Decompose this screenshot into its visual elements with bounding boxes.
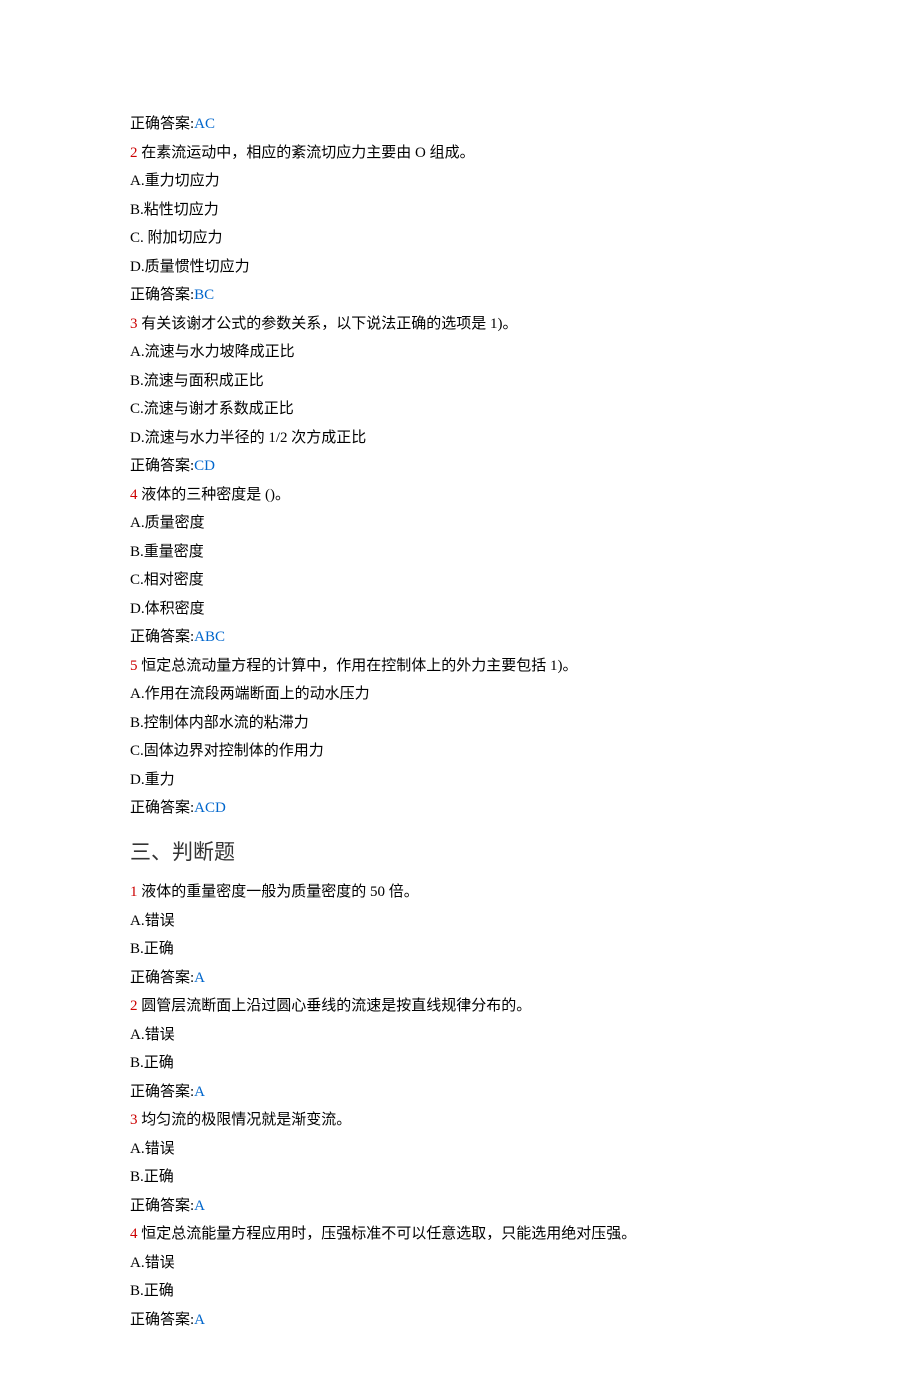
question-text: 圆管层流断面上沿过圆心垂线的流速是按直线规律分布的。	[138, 998, 532, 1014]
text-line: B.正确	[130, 1163, 790, 1192]
answer-line: 正确答案:A	[130, 1306, 790, 1335]
text-line: A.错误	[130, 1135, 790, 1164]
answer-label: 正确答案:	[130, 629, 194, 645]
question-text: 恒定总流动量方程的计算中，作用在控制体上的外力主要包括 1)。	[138, 658, 578, 674]
question-line: 2 圆管层流断面上沿过圆心垂线的流速是按直线规律分布的。	[130, 992, 790, 1021]
question-line: 3 均匀流的极限情况就是渐变流。	[130, 1106, 790, 1135]
text-line: B.正确	[130, 935, 790, 964]
text-line: A.错误	[130, 1249, 790, 1278]
answer-value: AC	[194, 116, 215, 132]
text-line: C. 附加切应力	[130, 224, 790, 253]
answer-value: CD	[194, 458, 215, 474]
question-line: 4 液体的三种密度是 ()。	[130, 481, 790, 510]
question-line: 2 在素流运动中，相应的紊流切应力主要由 O 组成。	[130, 139, 790, 168]
answer-value: BC	[194, 287, 214, 303]
text-line: A.流速与水力坡降成正比	[130, 338, 790, 367]
answer-line: 正确答案:A	[130, 964, 790, 993]
section-heading: 三、判断题	[130, 833, 790, 873]
answer-label: 正确答案:	[130, 287, 194, 303]
question-number: 3	[130, 316, 138, 332]
answer-label: 正确答案:	[130, 1084, 194, 1100]
question-number: 4	[130, 487, 138, 503]
text-line: D.重力	[130, 766, 790, 795]
text-line: B.流速与面积成正比	[130, 367, 790, 396]
answer-line: 正确答案:AC	[130, 110, 790, 139]
question-text: 有关该谢才公式的参数关系，以下说法正确的选项是 1)。	[138, 316, 518, 332]
question-number: 1	[130, 884, 138, 900]
answer-label: 正确答案:	[130, 116, 194, 132]
question-number: 5	[130, 658, 138, 674]
question-text: 液体的重量密度一般为质量密度的 50 倍。	[138, 884, 419, 900]
text-line: D.质量惯性切应力	[130, 253, 790, 282]
question-text: 均匀流的极限情况就是渐变流。	[138, 1112, 352, 1128]
text-line: B.控制体内部水流的粘滞力	[130, 709, 790, 738]
question-number: 3	[130, 1112, 138, 1128]
question-text: 液体的三种密度是 ()。	[138, 487, 291, 503]
answer-label: 正确答案:	[130, 1312, 194, 1328]
answer-value: ACD	[194, 800, 226, 816]
text-line: B.重量密度	[130, 538, 790, 567]
text-line: B.正确	[130, 1049, 790, 1078]
text-line: D.流速与水力半径的 1/2 次方成正比	[130, 424, 790, 453]
question-line: 3 有关该谢才公式的参数关系，以下说法正确的选项是 1)。	[130, 310, 790, 339]
answer-line: 正确答案:ACD	[130, 794, 790, 823]
text-line: A.重力切应力	[130, 167, 790, 196]
answer-label: 正确答案:	[130, 800, 194, 816]
answer-value: A	[194, 1312, 205, 1328]
question-line: 1 液体的重量密度一般为质量密度的 50 倍。	[130, 878, 790, 907]
question-line: 4 恒定总流能量方程应用时，压强标准不可以任意选取，只能选用绝对压强。	[130, 1220, 790, 1249]
answer-line: 正确答案:CD	[130, 452, 790, 481]
text-line: B.正确	[130, 1277, 790, 1306]
text-line: C.固体边界对控制体的作用力	[130, 737, 790, 766]
text-line: B.粘性切应力	[130, 196, 790, 225]
text-line: A.错误	[130, 1021, 790, 1050]
answer-label: 正确答案:	[130, 1198, 194, 1214]
text-line: C.流速与谢才系数成正比	[130, 395, 790, 424]
question-number: 2	[130, 145, 138, 161]
question-number: 4	[130, 1226, 138, 1242]
text-line: A.质量密度	[130, 509, 790, 538]
answer-line: 正确答案:BC	[130, 281, 790, 310]
question-text: 在素流运动中，相应的紊流切应力主要由 O 组成。	[138, 145, 475, 161]
answer-label: 正确答案:	[130, 970, 194, 986]
question-line: 5 恒定总流动量方程的计算中，作用在控制体上的外力主要包括 1)。	[130, 652, 790, 681]
answer-value: A	[194, 1084, 205, 1100]
question-number: 2	[130, 998, 138, 1014]
answer-value: A	[194, 970, 205, 986]
answer-line: 正确答案:A	[130, 1078, 790, 1107]
answer-label: 正确答案:	[130, 458, 194, 474]
answer-value: A	[194, 1198, 205, 1214]
document-page: 正确答案:AC2 在素流运动中，相应的紊流切应力主要由 O 组成。A.重力切应力…	[0, 0, 920, 1394]
answer-line: 正确答案:ABC	[130, 623, 790, 652]
text-line: D.体积密度	[130, 595, 790, 624]
answer-value: ABC	[194, 629, 225, 645]
text-line: A.作用在流段两端断面上的动水压力	[130, 680, 790, 709]
text-line: C.相对密度	[130, 566, 790, 595]
answer-line: 正确答案:A	[130, 1192, 790, 1221]
text-line: A.错误	[130, 907, 790, 936]
question-text: 恒定总流能量方程应用时，压强标准不可以任意选取，只能选用绝对压强。	[138, 1226, 637, 1242]
